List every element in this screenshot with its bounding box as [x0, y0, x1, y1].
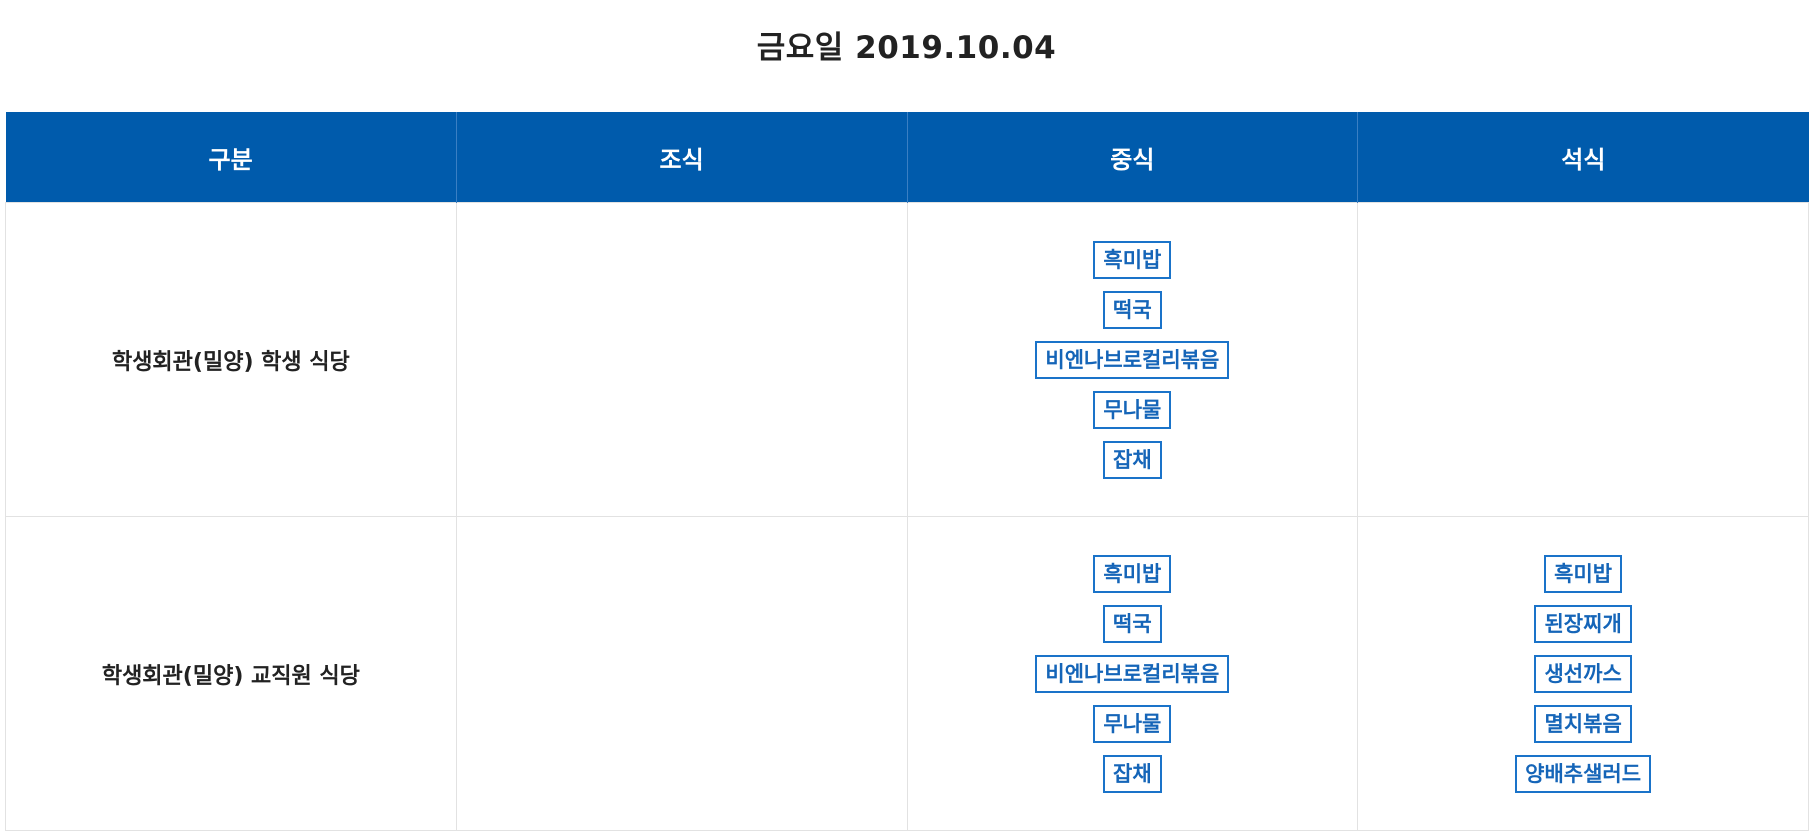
menu-item[interactable]: 잡채 [1103, 754, 1162, 793]
table-row: 학생회관(밀양) 교직원 식당 흑미밥 떡국 비엔나브로컬리볶음 무나물 잡채 … [5, 516, 1809, 831]
lunch-cell: 흑미밥 떡국 비엔나브로컬리볶음 무나물 잡채 [906, 516, 1359, 831]
menu-item[interactable]: 비엔나브로컬리볶음 [1035, 340, 1230, 379]
menu-item[interactable]: 흑미밥 [1093, 554, 1172, 593]
menu-item[interactable]: 무나물 [1093, 390, 1172, 429]
page-title: 금요일 2019.10.04 [756, 30, 1057, 66]
menu-item[interactable]: 무나물 [1093, 704, 1172, 743]
lunch-cell: 흑미밥 떡국 비엔나브로컬리볶음 무나물 잡채 [906, 202, 1359, 517]
column-header-lunch: 중식 [906, 112, 1358, 203]
dinner-cell: 흑미밥 된장찌개 생선까스 멸치볶음 양배추샐러드 [1357, 516, 1809, 831]
column-header-category: 구분 [5, 112, 457, 203]
menu-item[interactable]: 멸치볶음 [1534, 704, 1632, 743]
menu-item[interactable]: 양배추샐러드 [1515, 754, 1652, 793]
menu-item[interactable]: 떡국 [1103, 290, 1162, 329]
menu-item[interactable]: 떡국 [1103, 604, 1162, 643]
menu-item[interactable]: 생선까스 [1534, 654, 1632, 693]
breakfast-cell [455, 202, 908, 517]
menu-item[interactable]: 잡채 [1103, 440, 1162, 479]
table-header-row: 구분 조식 중식 석식 [5, 112, 1809, 203]
cafeteria-label: 학생회관(밀양) 학생 식당 [5, 202, 457, 517]
menu-item[interactable]: 비엔나브로컬리볶음 [1035, 654, 1230, 693]
dinner-cell [1357, 202, 1809, 517]
cafeteria-label: 학생회관(밀양) 교직원 식당 [5, 516, 457, 831]
lunch-menu-list: 흑미밥 떡국 비엔나브로컬리볶음 무나물 잡채 [908, 240, 1358, 479]
dinner-menu-list: 흑미밥 된장찌개 생선까스 멸치볶음 양배추샐러드 [1358, 554, 1808, 793]
breakfast-cell [455, 516, 908, 831]
menu-item[interactable]: 흑미밥 [1093, 240, 1172, 279]
column-header-dinner: 석식 [1357, 112, 1809, 203]
lunch-menu-list: 흑미밥 떡국 비엔나브로컬리볶음 무나물 잡채 [908, 554, 1358, 793]
menu-item[interactable]: 흑미밥 [1544, 554, 1623, 593]
table-row: 학생회관(밀양) 학생 식당 흑미밥 떡국 비엔나브로컬리볶음 무나물 잡채 [5, 202, 1809, 517]
column-header-breakfast: 조식 [455, 112, 907, 203]
meal-table: 구분 조식 중식 석식 학생회관(밀양) 학생 식당 흑미밥 떡국 비엔나브로컬… [5, 112, 1809, 831]
menu-item[interactable]: 된장찌개 [1534, 604, 1632, 643]
